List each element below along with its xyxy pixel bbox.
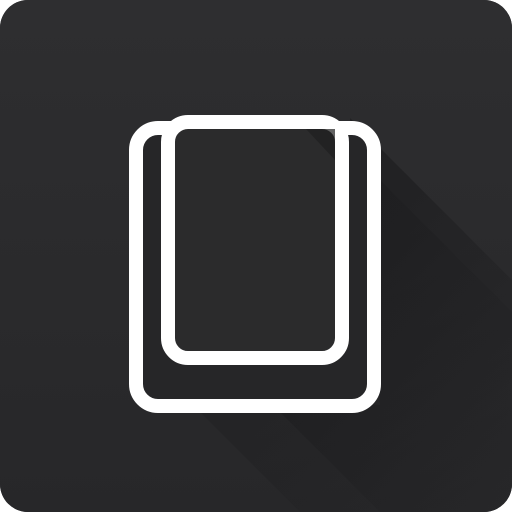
app-icon[interactable] bbox=[0, 0, 512, 512]
front-page-outline bbox=[161, 115, 349, 365]
copy-pages-icon bbox=[0, 0, 512, 512]
